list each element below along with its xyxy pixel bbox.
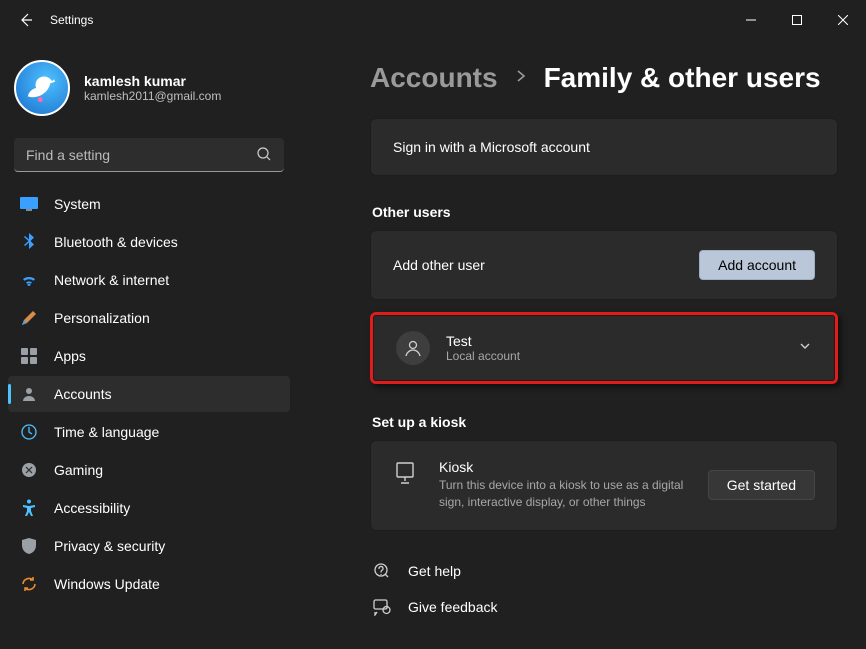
minimize-icon <box>746 15 756 25</box>
give-feedback-label: Give feedback <box>408 599 498 615</box>
kiosk-icon <box>393 461 419 487</box>
sidebar-item-accessibility[interactable]: Accessibility <box>8 490 290 526</box>
search-input[interactable] <box>14 138 284 172</box>
nav-list: System Bluetooth & devices Network & int… <box>8 186 290 602</box>
bluetooth-icon <box>20 233 38 251</box>
bird-icon <box>22 68 62 108</box>
profile-name: kamlesh kumar <box>84 73 221 89</box>
profile-block[interactable]: kamlesh kumar kamlesh2011@gmail.com <box>8 50 290 134</box>
sidebar-item-label: Accounts <box>54 386 112 402</box>
sidebar-item-privacy[interactable]: Privacy & security <box>8 528 290 564</box>
sidebar-item-gaming[interactable]: Gaming <box>8 452 290 488</box>
feedback-icon <box>372 597 392 617</box>
maximize-button[interactable] <box>774 4 820 36</box>
sidebar-item-time[interactable]: Time & language <box>8 414 290 450</box>
profile-email: kamlesh2011@gmail.com <box>84 89 221 103</box>
profile-text: kamlesh kumar kamlesh2011@gmail.com <box>84 73 221 103</box>
shield-icon <box>20 537 38 555</box>
give-feedback-link[interactable]: Give feedback <box>370 597 838 617</box>
titlebar: Settings <box>0 0 866 40</box>
close-icon <box>838 15 848 25</box>
help-icon <box>372 561 392 581</box>
kiosk-heading: Set up a kiosk <box>372 414 838 430</box>
signin-card[interactable]: Sign in with a Microsoft account <box>370 118 838 176</box>
sidebar-item-label: Bluetooth & devices <box>54 234 178 250</box>
add-user-label: Add other user <box>393 257 485 273</box>
footer-links: Get help Give feedback <box>370 561 838 617</box>
user-subtitle: Local account <box>446 349 520 363</box>
search-container <box>14 138 284 172</box>
main-content: Accounts Family & other users Sign in wi… <box>300 40 866 649</box>
user-avatar-icon <box>396 331 430 365</box>
get-started-button[interactable]: Get started <box>708 470 815 500</box>
avatar <box>14 60 70 116</box>
sidebar-item-system[interactable]: System <box>8 186 290 222</box>
paintbrush-icon <box>20 309 38 327</box>
sidebar-item-network[interactable]: Network & internet <box>8 262 290 298</box>
apps-icon <box>20 347 38 365</box>
sidebar-item-apps[interactable]: Apps <box>8 338 290 374</box>
gamepad-icon <box>20 461 38 479</box>
page-title: Family & other users <box>544 62 821 94</box>
kiosk-title: Kiosk <box>439 459 688 475</box>
chevron-down-icon <box>798 339 812 358</box>
sidebar: kamlesh kumar kamlesh2011@gmail.com Syst… <box>0 40 300 649</box>
update-icon <box>20 575 38 593</box>
add-account-button[interactable]: Add account <box>699 250 815 280</box>
get-help-label: Get help <box>408 563 461 579</box>
kiosk-card: Kiosk Turn this device into a kiosk to u… <box>370 440 838 531</box>
add-user-card: Add other user Add account <box>370 230 838 300</box>
minimize-button[interactable] <box>728 4 774 36</box>
arrow-left-icon <box>18 12 34 28</box>
accessibility-icon <box>20 499 38 517</box>
get-help-link[interactable]: Get help <box>370 561 838 581</box>
sidebar-item-label: Accessibility <box>54 500 130 516</box>
user-card[interactable]: Test Local account <box>373 315 835 381</box>
app-title: Settings <box>50 13 93 27</box>
wifi-icon <box>20 271 38 289</box>
sidebar-item-label: Gaming <box>54 462 103 478</box>
signin-label: Sign in with a Microsoft account <box>393 139 590 155</box>
sidebar-item-label: System <box>54 196 101 212</box>
display-icon <box>20 195 38 213</box>
user-name: Test <box>446 333 520 349</box>
kiosk-description: Turn this device into a kiosk to use as … <box>439 477 688 512</box>
breadcrumb: Accounts Family & other users <box>370 62 838 94</box>
sidebar-item-accounts[interactable]: Accounts <box>8 376 290 412</box>
sidebar-item-label: Windows Update <box>54 576 160 592</box>
highlight-frame: Test Local account <box>370 312 838 384</box>
back-button[interactable] <box>8 2 44 38</box>
chevron-right-icon <box>514 69 528 88</box>
sidebar-item-personalization[interactable]: Personalization <box>8 300 290 336</box>
other-users-heading: Other users <box>372 204 838 220</box>
sidebar-item-label: Personalization <box>54 310 150 326</box>
sidebar-item-label: Apps <box>54 348 86 364</box>
sidebar-item-label: Privacy & security <box>54 538 165 554</box>
close-button[interactable] <box>820 4 866 36</box>
clock-globe-icon <box>20 423 38 441</box>
sidebar-item-update[interactable]: Windows Update <box>8 566 290 602</box>
breadcrumb-parent[interactable]: Accounts <box>370 62 498 94</box>
sidebar-item-bluetooth[interactable]: Bluetooth & devices <box>8 224 290 260</box>
sidebar-item-label: Network & internet <box>54 272 169 288</box>
search-icon <box>256 146 272 167</box>
window-controls <box>728 4 866 36</box>
maximize-icon <box>792 15 802 25</box>
sidebar-item-label: Time & language <box>54 424 159 440</box>
person-icon <box>20 385 38 403</box>
